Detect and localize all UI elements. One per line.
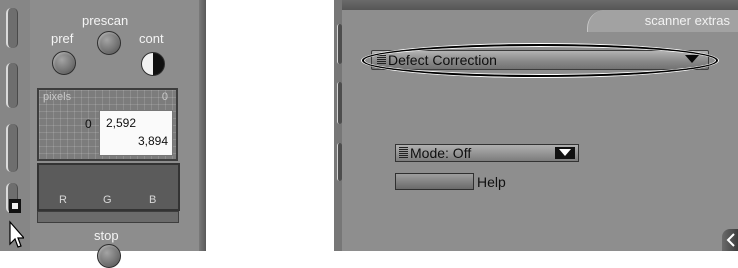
pixels-origin-value: 0	[85, 117, 92, 131]
right-tab-strip	[334, 0, 342, 251]
help-button[interactable]	[395, 173, 474, 190]
pixel-info-box: pixels 0 0 2,592 3,894	[37, 88, 178, 161]
stop-label: stop	[94, 228, 119, 243]
highlight-oval	[362, 44, 718, 77]
scanner-extras-panel	[334, 0, 738, 251]
panel-edge	[199, 0, 206, 251]
pixels-width-value: 2,592	[106, 116, 137, 130]
grip-icon	[399, 147, 408, 159]
tab-slot[interactable]	[6, 63, 18, 108]
scan-area-frame[interactable]: 2,592 3,894	[99, 110, 173, 156]
cursor-icon	[8, 220, 26, 248]
cont-label: cont	[139, 31, 164, 46]
channel-g-label: G	[103, 194, 112, 206]
prescan-button[interactable]	[97, 31, 121, 55]
channel-r-label: R	[59, 194, 67, 206]
tab-scanner-extras-label: scanner extras	[644, 13, 730, 28]
left-tab-strip	[0, 0, 30, 251]
progress-bar	[37, 211, 179, 223]
side-arrow-icon[interactable]	[722, 229, 738, 251]
tab-slot[interactable]	[337, 143, 342, 181]
stop-button[interactable]	[97, 244, 121, 268]
scan-control-panel: prescan pref cont pixels 0 0 2,592 3,894…	[0, 0, 206, 268]
pixels-title: pixels	[43, 91, 72, 103]
top-bar	[334, 0, 738, 10]
tab-slot[interactable]	[337, 24, 342, 64]
pixels-height-value: 3,894	[137, 134, 168, 148]
histogram-box: R G B	[37, 163, 180, 211]
dropdown-arrow-icon	[555, 147, 575, 159]
prescan-label: prescan	[82, 13, 129, 28]
tab-slot[interactable]	[337, 82, 342, 124]
contrast-icon[interactable]	[141, 52, 165, 76]
mode-select-label: Mode: Off	[410, 145, 472, 161]
channel-b-label: B	[149, 194, 157, 206]
pref-label: pref	[51, 31, 74, 46]
mode-select[interactable]: Mode: Off	[395, 144, 579, 162]
window-toggle-icon[interactable]	[8, 198, 22, 214]
pref-button[interactable]	[52, 51, 76, 75]
help-label: Help	[477, 174, 506, 190]
tab-slot[interactable]	[6, 8, 18, 48]
tab-slot[interactable]	[6, 124, 18, 172]
pixels-corner-value: 0	[161, 91, 168, 103]
